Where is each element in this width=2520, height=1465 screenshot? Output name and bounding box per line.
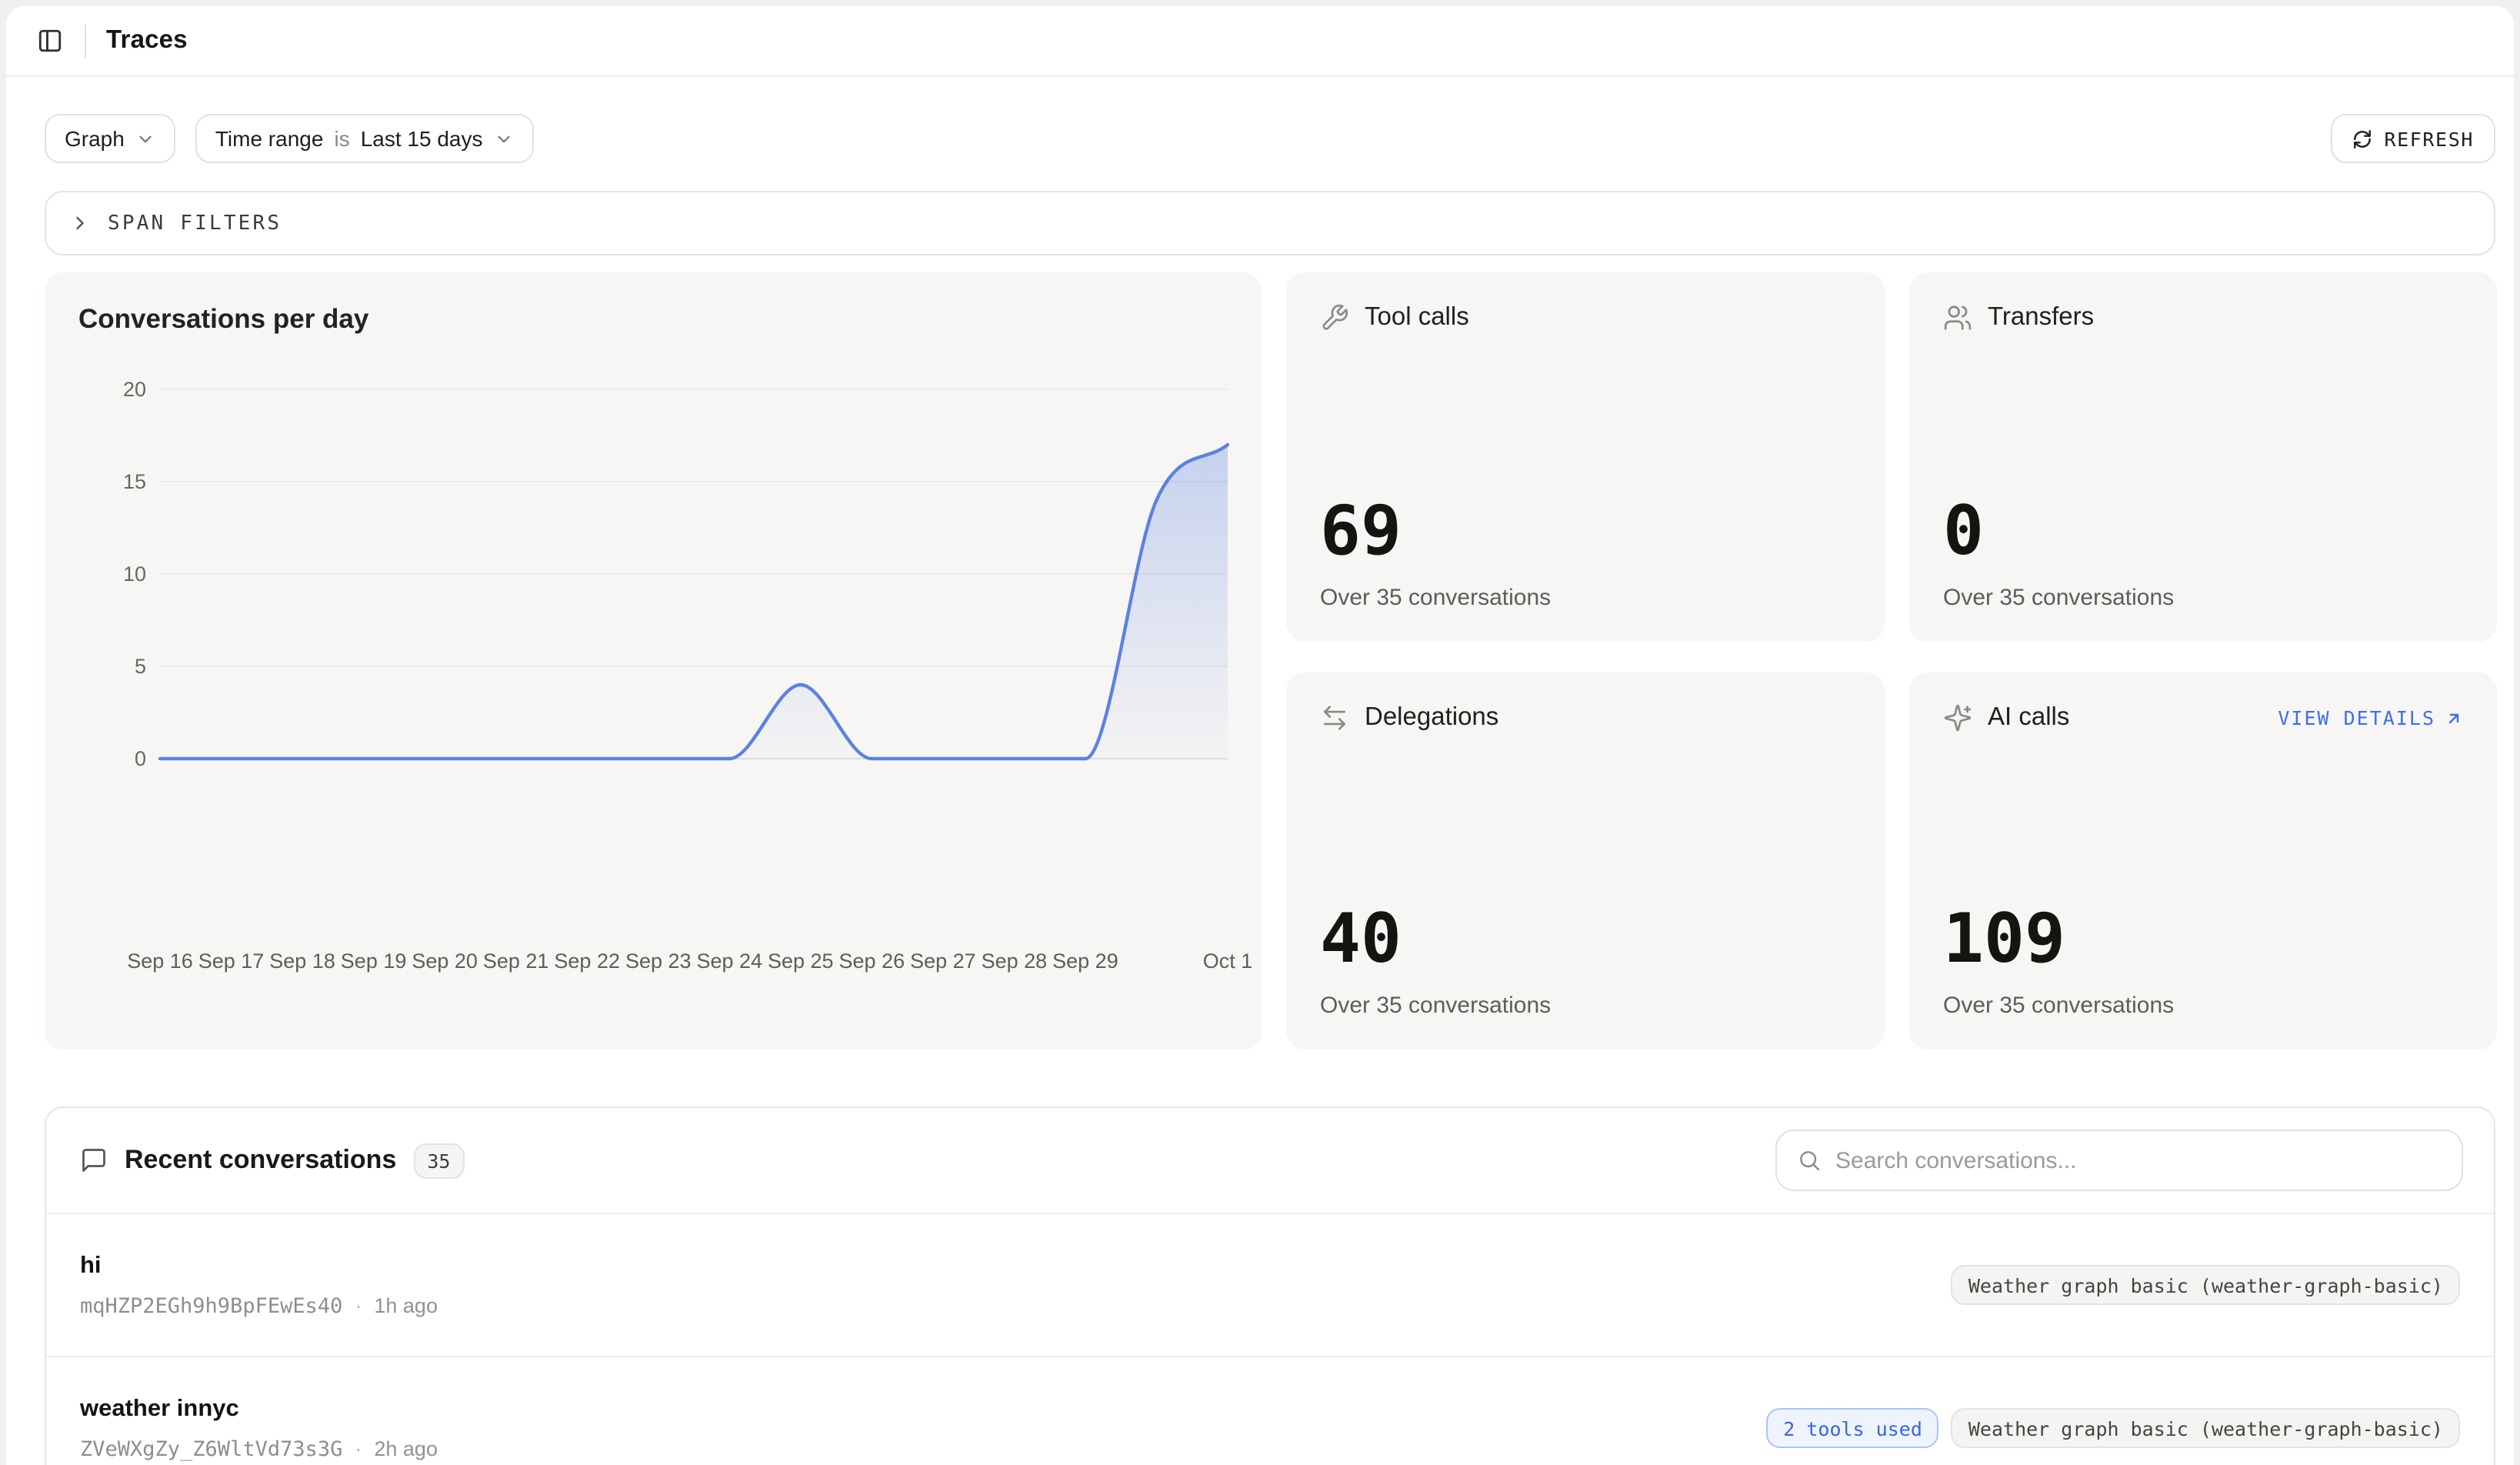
refresh-button[interactable]: REFRESH <box>2330 114 2495 163</box>
stat-subtitle: Over 35 conversations <box>1320 585 1851 611</box>
stats-grid: Conversations per day 05101520Sep 16Sep … <box>45 272 2497 1050</box>
wrench-icon <box>1320 303 1349 332</box>
meta-separator: · <box>355 1294 362 1317</box>
conversation-id: ZVeWXgZy_Z6WltVd73s3G <box>80 1437 342 1461</box>
agent-badge: Weather graph basic (weather-graph-basic… <box>1952 1265 2460 1305</box>
svg-text:Sep 23: Sep 23 <box>625 949 692 973</box>
panel-left-icon <box>36 28 62 54</box>
time-range-field: Time range <box>215 126 324 151</box>
chevron-right-icon <box>69 212 91 234</box>
search-input[interactable] <box>1835 1147 2442 1173</box>
stat-title: AI calls <box>1988 703 2262 732</box>
agent-badge: Weather graph basic (weather-graph-basic… <box>1952 1408 2460 1448</box>
stat-value: 40 <box>1320 906 1851 974</box>
svg-text:Sep 16: Sep 16 <box>127 949 193 973</box>
traces-page: Traces Graph Time range is Last 15 days <box>0 0 2520 1465</box>
view-details-link[interactable]: VIEW DETAILS <box>2278 706 2463 729</box>
page-title: Traces <box>106 26 188 55</box>
refresh-icon <box>2352 128 2372 149</box>
search-icon <box>1797 1148 1822 1173</box>
svg-text:Sep 26: Sep 26 <box>839 949 905 973</box>
conversation-title: hi <box>80 1252 438 1280</box>
conversation-row[interactable]: hi mqHZP2EGh9h9BpFEwEs40 · 1h ago Weathe… <box>46 1213 2494 1356</box>
svg-text:20: 20 <box>123 378 146 401</box>
svg-text:Sep 17: Sep 17 <box>198 949 265 973</box>
recent-conversations-section: Recent conversations 35 hi mqHZP2EGh9h9B… <box>45 1106 2495 1465</box>
stat-title: Transfers <box>1988 303 2463 332</box>
stat-value: 109 <box>1943 906 2463 974</box>
arrow-up-right-icon <box>2445 709 2463 727</box>
stat-subtitle: Over 35 conversations <box>1320 993 1851 1019</box>
svg-text:0: 0 <box>135 747 146 770</box>
conversation-row[interactable]: weather innyc ZVeWXgZy_Z6WltVd73s3G · 2h… <box>46 1356 2494 1465</box>
stat-title: Delegations <box>1365 703 1851 732</box>
svg-text:Sep 27: Sep 27 <box>910 949 976 973</box>
time-range-operator: is <box>334 126 349 151</box>
stat-subtitle: Over 35 conversations <box>1943 585 2463 611</box>
chevron-down-icon <box>493 128 513 149</box>
svg-text:15: 15 <box>123 470 146 493</box>
time-range-value: Last 15 days <box>361 126 483 151</box>
stat-title: Tool calls <box>1365 303 1851 332</box>
graph-dropdown-label: Graph <box>65 126 125 151</box>
stat-subtitle: Over 35 conversations <box>1943 993 2463 1019</box>
ai-calls-card: AI calls VIEW DETAILS 109 Over 35 conver… <box>1909 672 2497 1050</box>
svg-text:Sep 25: Sep 25 <box>768 949 834 973</box>
view-details-label: VIEW DETAILS <box>2278 706 2435 729</box>
conversation-time: 1h ago <box>374 1294 438 1317</box>
chevron-down-icon <box>135 128 155 149</box>
tool-calls-card: Tool calls 69 Over 35 conversations <box>1286 272 1885 642</box>
transfers-card: Transfers 0 Over 35 conversations <box>1909 272 2497 642</box>
recent-conversations-header: Recent conversations 35 <box>46 1108 2494 1213</box>
recent-conversations-title: Recent conversations <box>125 1145 396 1176</box>
svg-text:Sep 18: Sep 18 <box>269 949 335 973</box>
span-filters-toggle[interactable]: SPAN FILTERS <box>45 191 2495 255</box>
swap-arrows-icon <box>1320 703 1349 732</box>
refresh-label: REFRESH <box>2384 127 2474 150</box>
sidebar-toggle-button[interactable] <box>28 19 71 62</box>
main-canvas: Traces Graph Time range is Last 15 days <box>6 6 2514 1465</box>
span-filters-label: SPAN FILTERS <box>108 212 282 235</box>
svg-text:10: 10 <box>123 562 146 586</box>
conversations-per-day-card: Conversations per day 05101520Sep 16Sep … <box>45 272 1262 1050</box>
svg-text:Sep 24: Sep 24 <box>696 949 762 973</box>
svg-text:Oct 1: Oct 1 <box>1203 949 1253 973</box>
chat-bubble-icon <box>80 1146 108 1174</box>
svg-text:5: 5 <box>135 655 146 678</box>
svg-text:Sep 20: Sep 20 <box>412 949 478 973</box>
svg-text:Sep 22: Sep 22 <box>554 949 620 973</box>
topbar-divider <box>85 24 86 58</box>
meta-separator: · <box>355 1437 362 1460</box>
delegations-card: Delegations 40 Over 35 conversations <box>1286 672 1885 1050</box>
conversation-id: mqHZP2EGh9h9BpFEwEs40 <box>80 1293 342 1318</box>
time-range-filter[interactable]: Time range is Last 15 days <box>195 114 534 163</box>
svg-text:Sep 29: Sep 29 <box>1052 949 1118 973</box>
top-bar: Traces <box>6 6 2514 77</box>
svg-text:Sep 28: Sep 28 <box>982 949 1048 973</box>
stat-value: 0 <box>1943 499 2463 566</box>
users-icon <box>1943 303 1972 332</box>
search-box <box>1775 1130 2463 1191</box>
conversation-count-badge: 35 <box>413 1143 464 1178</box>
svg-text:Sep 21: Sep 21 <box>483 949 549 973</box>
graph-dropdown[interactable]: Graph <box>45 114 175 163</box>
sparkles-icon <box>1943 703 1972 732</box>
conversation-title: weather innyc <box>80 1395 438 1423</box>
conversations-chart: 05101520Sep 16Sep 17Sep 18Sep 19Sep 20Se… <box>45 272 1262 1050</box>
stat-value: 69 <box>1320 499 1851 566</box>
tools-used-badge: 2 tools used <box>1766 1408 1939 1448</box>
conversation-time: 2h ago <box>374 1437 438 1460</box>
svg-text:Sep 19: Sep 19 <box>341 949 407 973</box>
filters-toolbar: Graph Time range is Last 15 days REFRESH <box>45 114 2495 163</box>
